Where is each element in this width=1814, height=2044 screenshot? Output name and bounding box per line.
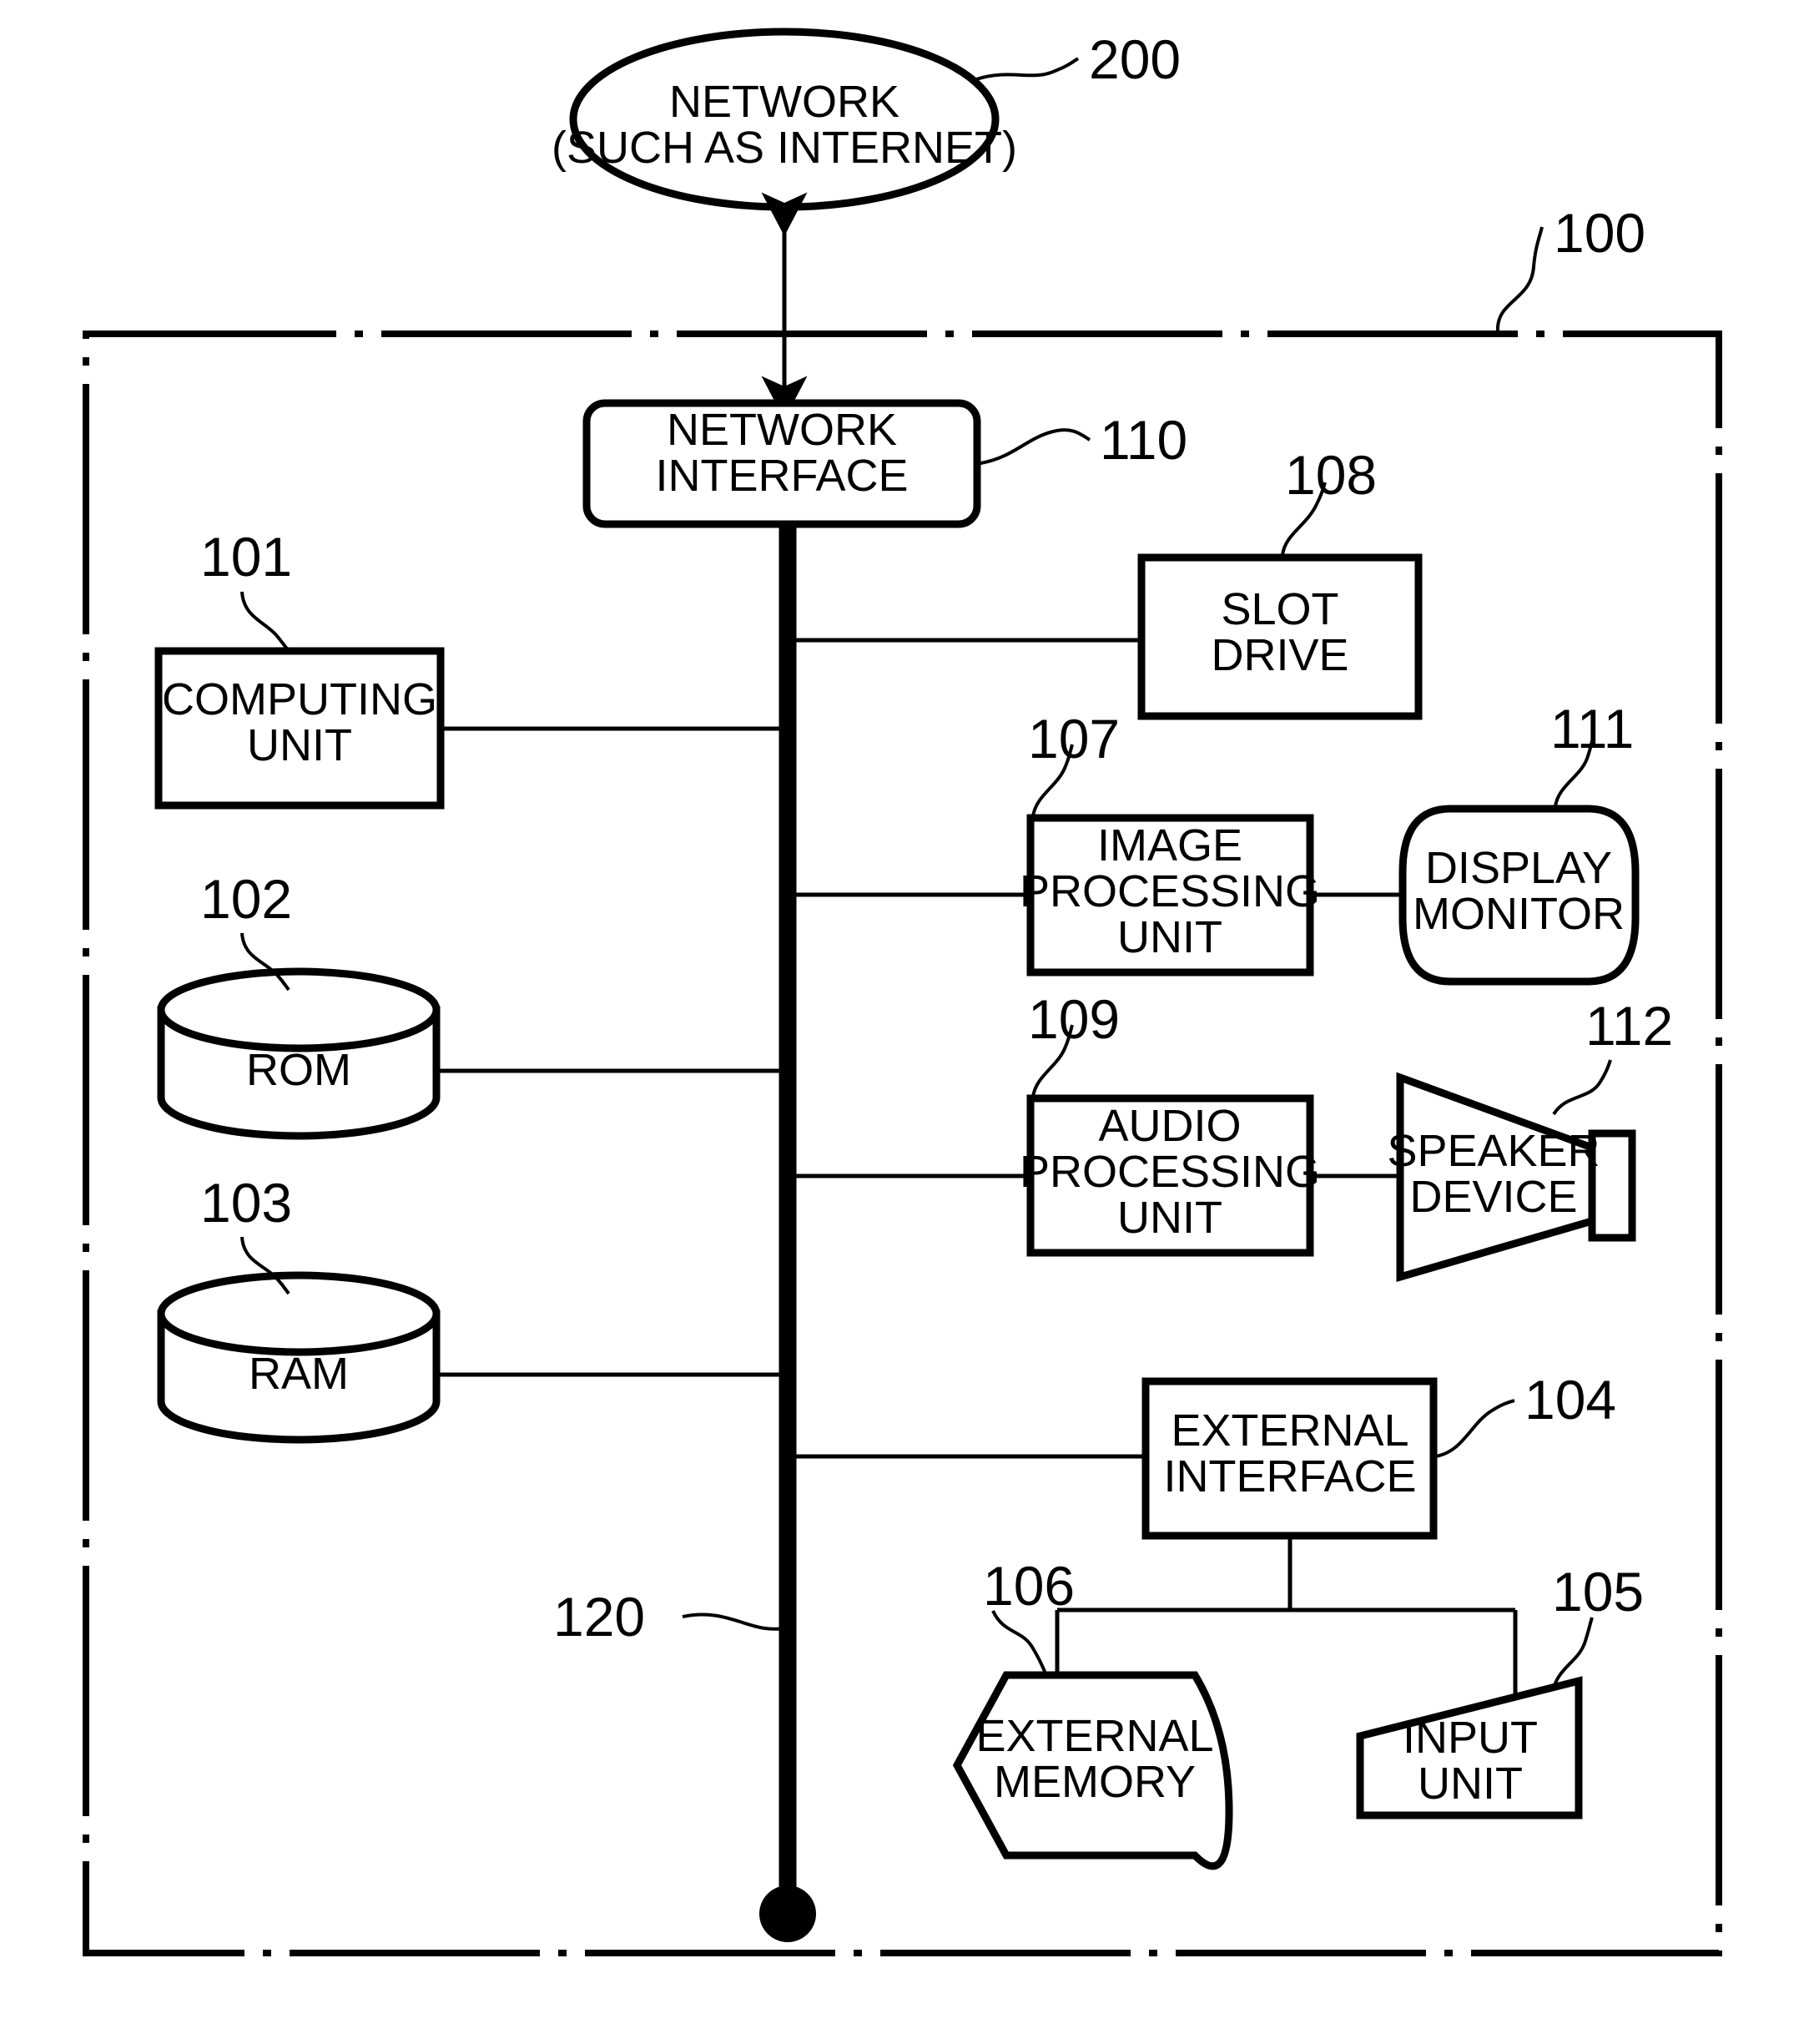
- network-interface-label-line2: INTERFACE: [655, 451, 908, 501]
- network-label-line2: (SUCH AS INTERNET): [552, 123, 1017, 173]
- ref-label-200: 200: [1089, 28, 1181, 90]
- ref-label-100: 100: [1554, 202, 1645, 264]
- image-processing-label-line1: IMAGE: [1097, 820, 1242, 871]
- ref-label-110: 110: [1100, 409, 1187, 471]
- bus-terminal-dot: [759, 1885, 816, 1942]
- image-processing-label-line3: UNIT: [1117, 912, 1222, 962]
- network-interface-label-line1: NETWORK: [667, 405, 897, 455]
- external-memory-label-line2: MEMORY: [994, 1757, 1196, 1807]
- ref-label-105: 105: [1552, 1561, 1644, 1623]
- external-memory-label-line1: EXTERNAL: [975, 1711, 1213, 1761]
- ref-label-107: 107: [1028, 708, 1120, 770]
- block-diagram-canvas: 100 NETWORK (SUCH AS INTERNET) 200 NETWO…: [0, 0, 1814, 2044]
- audio-processing-label-line1: AUDIO: [1098, 1101, 1241, 1151]
- ref-label-112: 112: [1585, 995, 1673, 1057]
- speaker-device-label-line1: SPEAKER: [1387, 1126, 1600, 1176]
- display-monitor-label-line1: DISPLAY: [1425, 843, 1612, 893]
- ref-label-106: 106: [983, 1555, 1075, 1617]
- display-monitor-label-line2: MONITOR: [1413, 889, 1625, 939]
- input-unit-label-line2: UNIT: [1418, 1759, 1523, 1809]
- computing-unit-label-line1: COMPUTING: [162, 674, 437, 724]
- slot-drive-label-line1: SLOT: [1221, 584, 1338, 634]
- rom-label: ROM: [246, 1045, 351, 1095]
- external-interface-label-line1: EXTERNAL: [1171, 1406, 1408, 1456]
- audio-processing-label-line2: PROCESSING: [1020, 1147, 1320, 1197]
- audio-processing-label-line3: UNIT: [1117, 1193, 1222, 1243]
- ref-label-111: 111: [1550, 698, 1634, 760]
- ram-label: RAM: [249, 1349, 349, 1399]
- ref-label-109: 109: [1028, 988, 1120, 1050]
- image-processing-label-line2: PROCESSING: [1020, 866, 1320, 916]
- ref-label-104: 104: [1524, 1369, 1616, 1431]
- ref-label-120: 120: [553, 1586, 645, 1648]
- ref-label-101: 101: [200, 526, 292, 588]
- ref-label-103: 103: [200, 1172, 292, 1234]
- ref-label-102: 102: [200, 868, 292, 930]
- slot-drive-label-line2: DRIVE: [1211, 630, 1348, 680]
- computing-unit-label-line2: UNIT: [247, 720, 352, 770]
- speaker-device-label-line2: DEVICE: [1409, 1172, 1577, 1222]
- ref-label-108: 108: [1285, 444, 1377, 506]
- external-interface-label-line2: INTERFACE: [1163, 1451, 1416, 1501]
- input-unit-label-line1: INPUT: [1403, 1713, 1538, 1763]
- network-label-line1: NETWORK: [669, 77, 899, 127]
